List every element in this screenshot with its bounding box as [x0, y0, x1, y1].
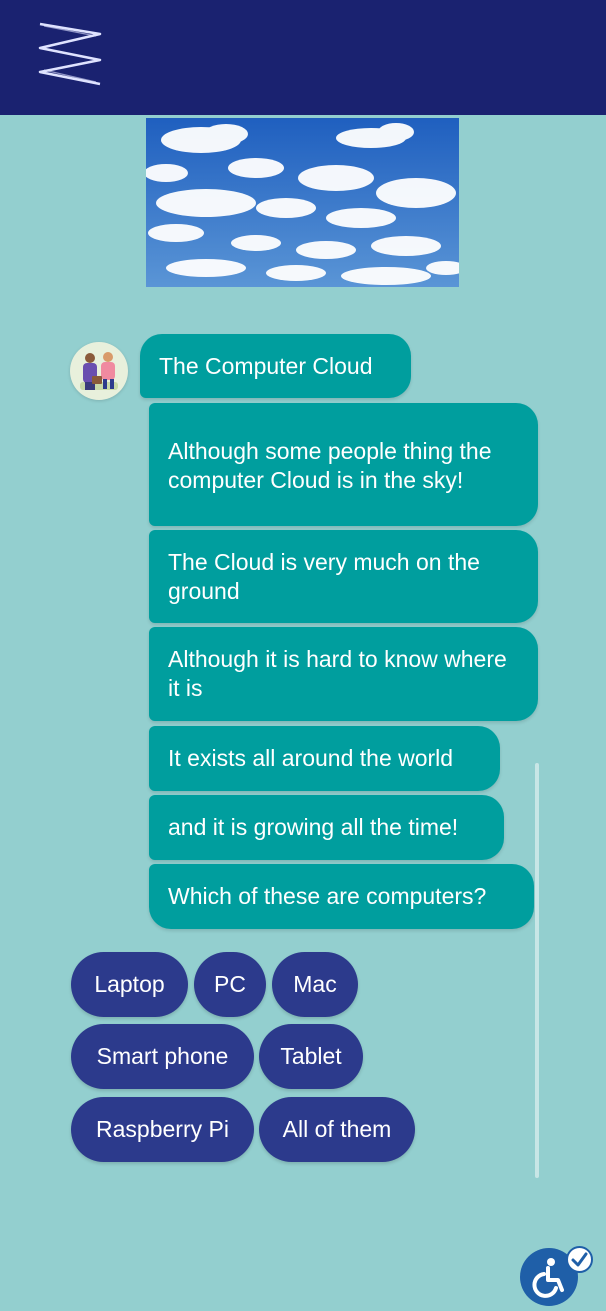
- option-all-of-them-button[interactable]: All of them: [259, 1097, 415, 1162]
- check-icon: [566, 1246, 593, 1273]
- option-tablet-button[interactable]: Tablet: [259, 1024, 363, 1089]
- cloudy-sky-image: [146, 118, 459, 287]
- option-raspberry-pi-button[interactable]: Raspberry Pi: [71, 1097, 254, 1162]
- option-laptop-button[interactable]: Laptop: [71, 952, 188, 1017]
- zigzag-logo-icon[interactable]: [36, 20, 104, 88]
- header-bar: [0, 0, 606, 115]
- chat-message: Although some people thing the computer …: [149, 403, 538, 526]
- chat-message: The Cloud is very much on the ground: [149, 530, 538, 623]
- chat-message: It exists all around the world: [149, 726, 500, 791]
- option-pc-button[interactable]: PC: [194, 952, 266, 1017]
- chat-message: and it is growing all the time!: [149, 795, 504, 860]
- chat-message-question: Which of these are computers?: [149, 864, 534, 929]
- option-mac-button[interactable]: Mac: [272, 952, 358, 1017]
- option-smart-phone-button[interactable]: Smart phone: [71, 1024, 254, 1089]
- chat-message: Although it is hard to know where it is: [149, 627, 538, 721]
- chat-message-title: The Computer Cloud: [140, 334, 411, 398]
- cloud-hero-image: [146, 118, 459, 287]
- chat-scrollbar[interactable]: [535, 763, 539, 1178]
- bot-avatar: [70, 342, 128, 400]
